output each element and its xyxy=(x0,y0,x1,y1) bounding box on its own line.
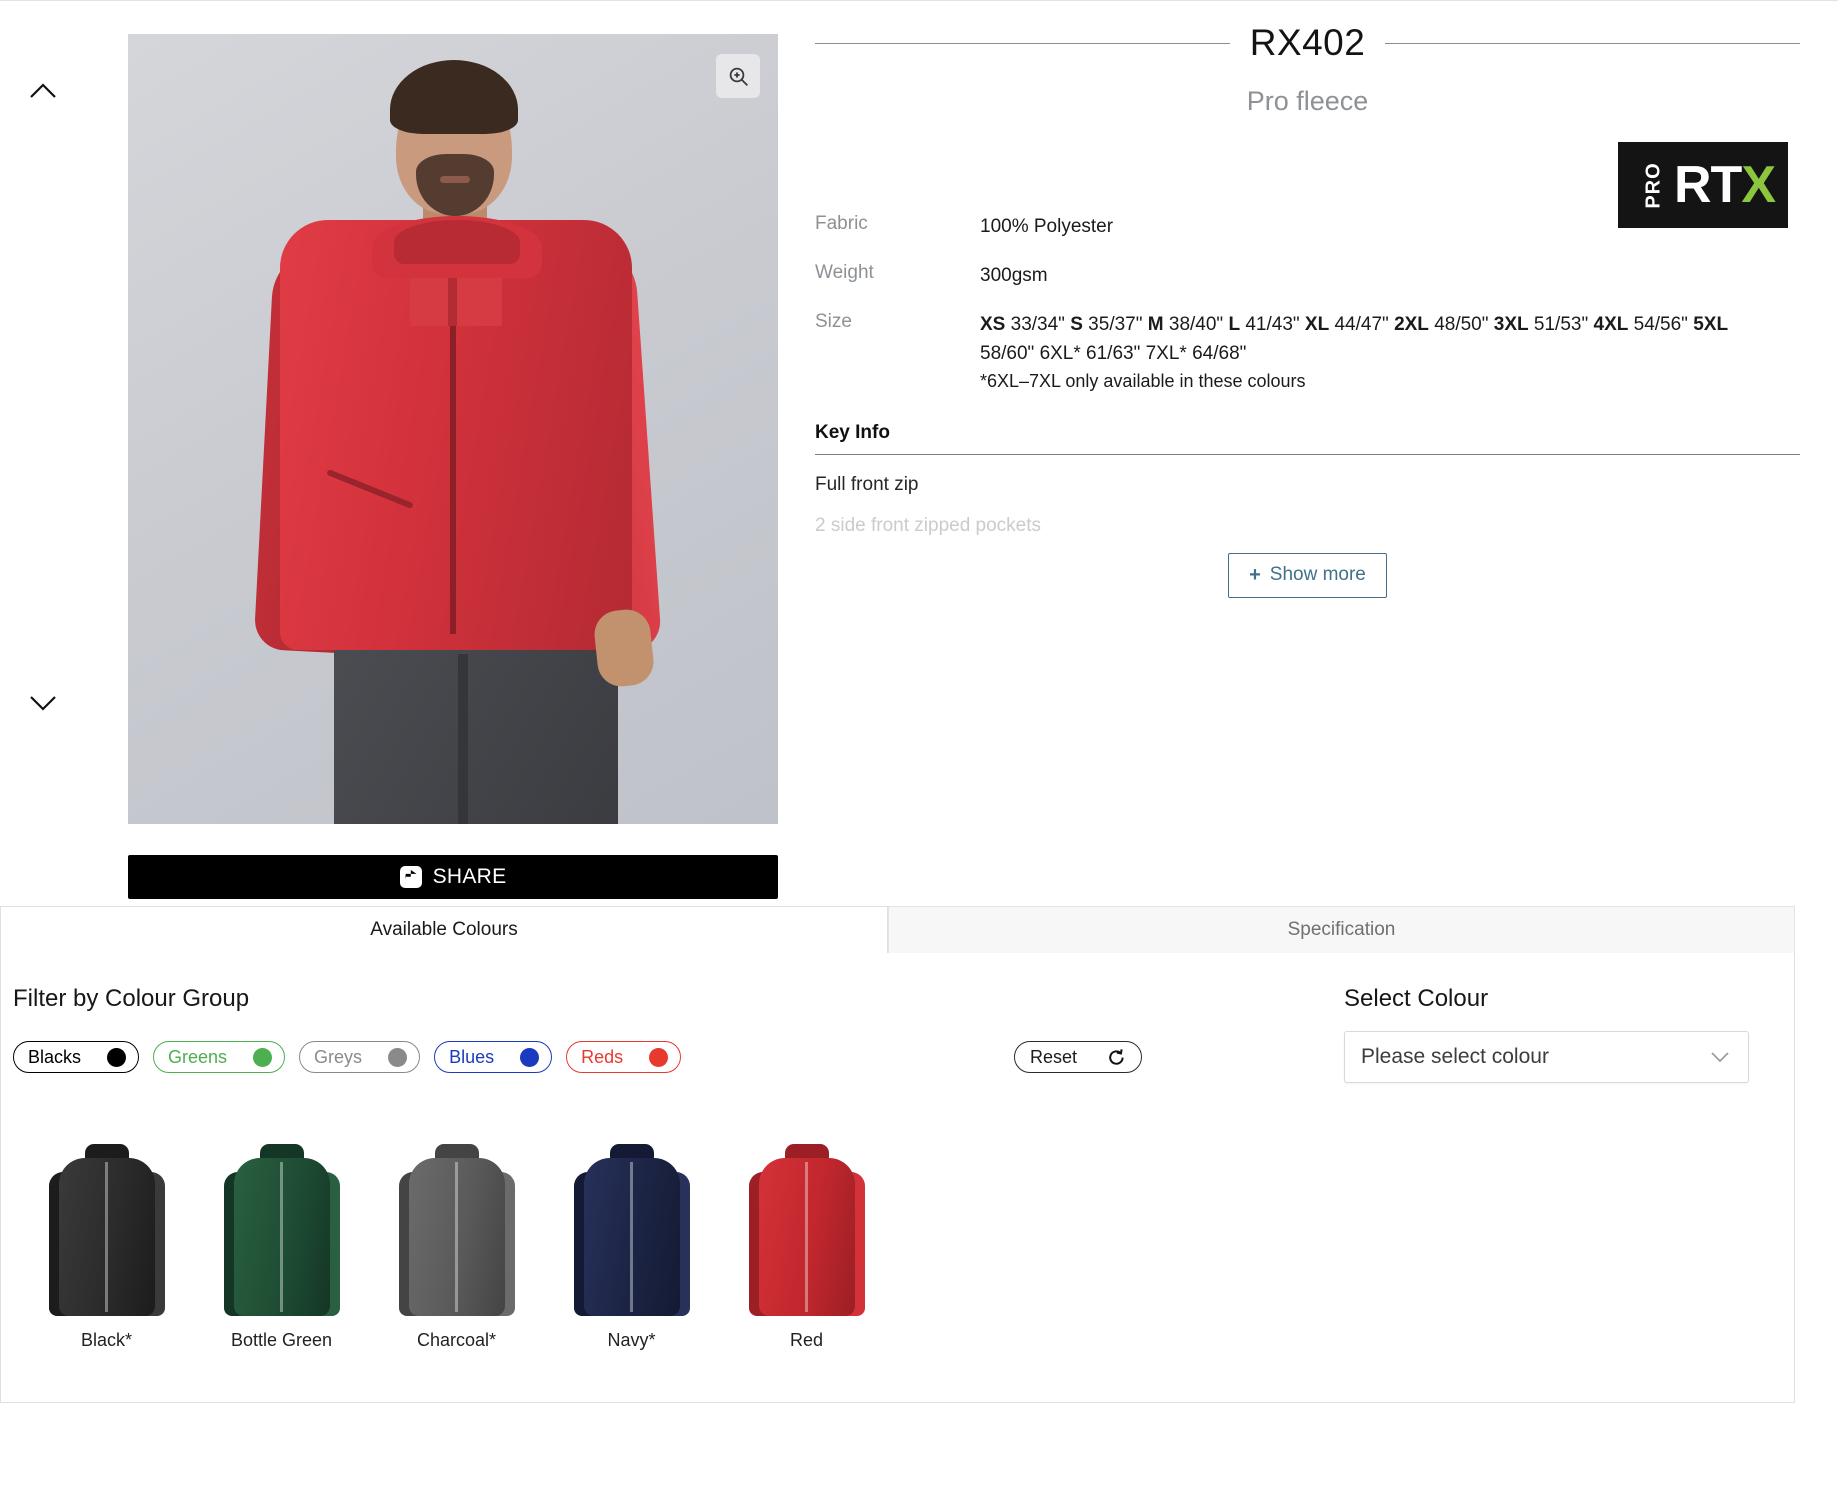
hero-image-container[interactable] xyxy=(128,34,778,824)
select-colour-value: Please select colour xyxy=(1361,1045,1549,1068)
colour-group-chip-blacks[interactable]: Blacks xyxy=(13,1041,140,1073)
image-gallery: SHARE xyxy=(0,18,790,899)
colour-swatch-list: Black* Bottle Green Charcoal* Navy* Red xyxy=(19,1138,894,1351)
colour-group-dot xyxy=(520,1047,540,1067)
spec-row-size: Size XS 33/34" S 35/37" M 38/40" L 41/43… xyxy=(815,311,1800,392)
colour-group-chip-label: Blues xyxy=(449,1046,495,1067)
magnifier-plus-icon xyxy=(729,67,748,86)
product-page: SHARE RX402 Pro fleece PRO RTX Fabric 10… xyxy=(0,0,1838,1496)
spec-value-fabric: 100% Polyester xyxy=(980,216,1114,237)
key-info-item: 2 side front zipped pockets xyxy=(815,514,1042,536)
reset-button[interactable]: Reset xyxy=(1014,1041,1143,1073)
title-rule-left xyxy=(815,42,1230,44)
title-rule-right xyxy=(1385,42,1801,44)
share-icon xyxy=(399,866,422,888)
colour-swatch-image xyxy=(47,1138,167,1318)
brand-logo-rtx: RTX xyxy=(1674,156,1776,214)
key-info-heading: Key Info xyxy=(815,421,890,443)
brand-logo-pro: PRO xyxy=(1642,161,1665,209)
colour-group-dot xyxy=(253,1047,273,1067)
colour-group-chip-label: Blacks xyxy=(28,1046,82,1067)
zoom-button[interactable] xyxy=(716,54,760,98)
filter-heading: Filter by Colour Group xyxy=(13,985,250,1012)
brand-logo: PRO RTX xyxy=(1618,142,1788,228)
chevron-down-icon xyxy=(1711,1052,1729,1063)
select-colour-dropdown[interactable]: Please select colour xyxy=(1344,1031,1749,1083)
colour-swatch[interactable]: Red xyxy=(719,1138,894,1351)
share-button-label: SHARE xyxy=(432,865,507,888)
colour-swatch-image xyxy=(747,1138,867,1318)
colour-group-chip-label: Greys xyxy=(314,1046,363,1067)
show-more-container: + Show more xyxy=(815,552,1800,598)
show-more-button[interactable]: + Show more xyxy=(1228,552,1387,598)
tab-bar: Available Colours Specification xyxy=(0,906,1795,954)
product-name: Pro fleece xyxy=(1246,86,1369,116)
colour-swatch-image xyxy=(572,1138,692,1318)
select-colour-heading: Select Colour xyxy=(1344,985,1489,1012)
product-title-row: RX402 xyxy=(815,22,1801,64)
colour-group-chip-label: Reds xyxy=(581,1046,624,1067)
colour-swatch[interactable]: Navy* xyxy=(544,1138,719,1351)
spec-label-size: Size xyxy=(815,310,852,332)
spec-label-weight: Weight xyxy=(815,261,874,283)
colour-group-chip-greys[interactable]: Greys xyxy=(299,1041,421,1073)
colour-group-filters: Blacks Greens Greys Blues Reds xyxy=(13,1041,682,1073)
chevron-up-icon xyxy=(30,83,56,98)
colour-swatch[interactable]: Bottle Green xyxy=(194,1138,369,1351)
spec-row-weight: Weight 300gsm xyxy=(815,262,1800,291)
share-button[interactable]: SHARE xyxy=(128,855,778,899)
colour-group-chip-blues[interactable]: Blues xyxy=(434,1041,553,1073)
colour-swatch-image xyxy=(222,1138,342,1318)
gallery-next-button[interactable] xyxy=(18,678,68,728)
colour-swatch-label: Black* xyxy=(80,1330,133,1350)
chevron-down-icon xyxy=(30,696,56,711)
colour-group-chip-label: Greens xyxy=(168,1046,228,1067)
colour-swatch[interactable]: Charcoal* xyxy=(369,1138,544,1351)
spec-table: Fabric 100% Polyester Weight 300gsm Size… xyxy=(815,213,1800,392)
colour-group-dot xyxy=(649,1047,669,1067)
show-more-label: Show more xyxy=(1269,564,1366,585)
colour-swatch-image xyxy=(397,1138,517,1318)
top-divider xyxy=(0,0,1838,1)
spec-value-weight: 300gsm xyxy=(980,264,1048,286)
colour-swatch[interactable]: Black* xyxy=(19,1138,194,1351)
reset-label: Reset xyxy=(1030,1046,1078,1067)
colour-swatch-label: Bottle Green xyxy=(230,1330,333,1350)
key-info-item: Full front zip xyxy=(815,473,919,495)
spec-size-note: *6XL–7XL only available in these colours xyxy=(980,370,1306,391)
product-photo xyxy=(128,34,778,824)
tab-available-colours[interactable]: Available Colours xyxy=(0,906,888,954)
plus-icon: + xyxy=(1249,563,1261,586)
reset-arrow-icon xyxy=(1109,1048,1124,1065)
colour-swatch-label: Charcoal* xyxy=(416,1330,497,1350)
key-info-list: Full front zip 2 side front zipped pocke… xyxy=(815,455,1800,541)
spec-label-fabric: Fabric xyxy=(815,213,868,234)
colour-group-chip-reds[interactable]: Reds xyxy=(566,1041,682,1073)
spec-value-size: XS 33/34" S 35/37" M 38/40" L 41/43" XL … xyxy=(980,313,1729,364)
product-details: RX402 Pro fleece PRO RTX Fabric 100% Pol… xyxy=(815,22,1801,598)
colour-group-dot xyxy=(388,1047,408,1067)
available-colours-panel: Filter by Colour Group Blacks Greens Greys… xyxy=(0,953,1795,1403)
tab-specification[interactable]: Specification xyxy=(888,906,1795,954)
colour-group-dot xyxy=(107,1047,127,1067)
colour-swatch-label: Navy* xyxy=(607,1330,656,1350)
colour-swatch-label: Red xyxy=(789,1330,824,1350)
product-code: RX402 xyxy=(1249,22,1366,63)
colour-group-chip-greens[interactable]: Greens xyxy=(153,1041,286,1073)
gallery-prev-button[interactable] xyxy=(18,66,68,116)
